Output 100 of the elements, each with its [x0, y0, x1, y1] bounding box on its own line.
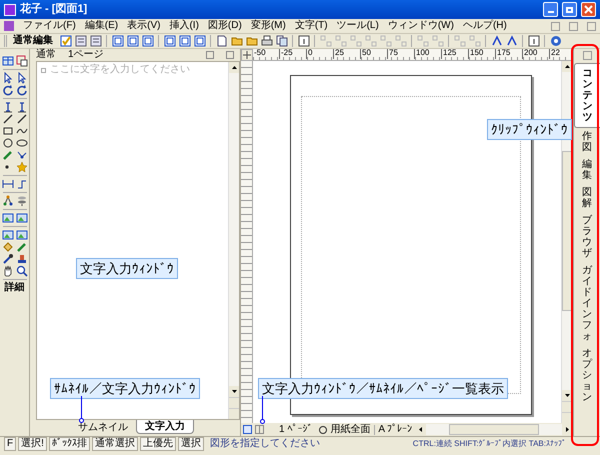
app-icon [4, 4, 16, 16]
printer-icon[interactable] [260, 34, 273, 48]
mode-selector[interactable]: A ﾌﾟﾚｰﾝ [378, 424, 412, 434]
ruler-label: 100 [414, 49, 430, 59]
disc-icon[interactable] [549, 34, 562, 48]
menu-item[interactable]: ヘルプ(H) [462, 21, 507, 31]
info-icon[interactable] [527, 34, 540, 48]
line-icon[interactable] [2, 113, 14, 125]
rotate-icon[interactable] [2, 84, 14, 96]
leader-line [260, 396, 265, 424]
pointer-icon[interactable] [2, 72, 14, 84]
folder-icon[interactable] [230, 34, 243, 48]
side-tab[interactable]: ガイドインフォ [574, 262, 600, 345]
window-layout-icon[interactable] [141, 34, 154, 48]
ruler-label: -25 [279, 49, 293, 59]
key-hint: CTRL:連続 SHIFT:ｸﾞﾙｰﾌﾟ内選択 TAB:ｽﾅｯﾌﾟ [412, 440, 566, 448]
window-layout-icon[interactable] [111, 34, 124, 48]
detail-button[interactable]: 詳細 [4, 283, 26, 293]
dimension-icon[interactable] [2, 178, 14, 190]
side-tab[interactable]: ブラウザ [574, 212, 600, 262]
pencil-icon[interactable] [2, 149, 14, 161]
node-icon[interactable] [16, 149, 28, 161]
side-tab[interactable]: オプション [574, 345, 600, 406]
text-cursor-icon[interactable] [16, 101, 28, 113]
line-icon[interactable] [16, 113, 28, 125]
grid-view-icon[interactable] [255, 425, 264, 434]
side-tab[interactable]: コンテンツ [574, 63, 600, 128]
ruler-label: 25 [333, 49, 344, 59]
window-layout-icon[interactable] [163, 34, 176, 48]
pane-mode-label: 通常 [36, 50, 56, 60]
stamp-icon[interactable] [16, 253, 28, 265]
up-arrow-icon [232, 66, 236, 69]
status-message: 図形を指定してください [210, 439, 320, 449]
vertical-scrollbar[interactable] [228, 62, 239, 419]
tree-icon[interactable] [2, 195, 14, 207]
side-tab[interactable]: 図解 [574, 184, 600, 212]
menu-item[interactable]: 変形(M) [250, 21, 286, 31]
dropper-icon[interactable] [2, 253, 14, 265]
window-layout-icon[interactable] [193, 34, 206, 48]
image-icon[interactable] [16, 212, 28, 224]
hand-icon[interactable] [2, 265, 14, 277]
status-field: ﾎﾞｯｸｽ排 [48, 437, 90, 451]
pane-button-icon[interactable] [206, 51, 214, 59]
menu-item[interactable]: ファイル(F) [23, 21, 76, 31]
status-field: 選択! [18, 437, 47, 451]
single-view-icon[interactable] [243, 425, 252, 434]
horizontal-scrollbar[interactable] [415, 424, 573, 435]
status-field: 選択 [178, 437, 204, 451]
window-layout-icon[interactable] [178, 34, 191, 48]
frame-icon[interactable] [16, 55, 28, 67]
zoom-selector[interactable]: 用紙全面 [330, 424, 376, 434]
menu-item[interactable]: 図形(D) [208, 21, 242, 31]
paragraph-marker-icon [41, 68, 46, 73]
folder-icon[interactable] [245, 34, 258, 48]
right-arrow-icon [566, 427, 569, 432]
table-icon[interactable] [2, 55, 14, 67]
zoom-icon [319, 426, 328, 434]
menu-item[interactable]: 文字(T) [294, 21, 328, 31]
menu-item[interactable]: 挿入(I) [169, 21, 199, 31]
image-icon[interactable] [16, 229, 28, 241]
ruler-label: 200 [522, 49, 538, 59]
copy-icon[interactable] [275, 34, 288, 48]
pane-tab[interactable]: 文字入力 [136, 420, 194, 434]
rotate-icon[interactable] [16, 84, 28, 96]
toolbar-label: 通常編集 [13, 36, 53, 46]
callout-label: 文字入力ｳｨﾝﾄﾞｳ／ｻﾑﾈｲﾙ／ﾍﾟｰｼﾞ一覧表示 [258, 378, 508, 399]
document-icon[interactable] [74, 34, 87, 48]
status-field: 上優先 [140, 437, 176, 451]
page-selector[interactable]: 1 ﾍﾟｰｼﾞ [279, 424, 312, 434]
side-tab[interactable]: 編集 [574, 156, 600, 184]
scroll-thumb[interactable] [449, 424, 540, 435]
callout-label: 文字入力ｳｨﾝﾄﾞｳ [76, 258, 178, 279]
pencil-icon[interactable] [16, 241, 28, 253]
scroll-down-button[interactable] [229, 386, 239, 397]
circle-icon[interactable] [2, 137, 14, 149]
checked-document-icon[interactable] [59, 34, 72, 48]
menu-item[interactable]: ツール(L) [336, 21, 379, 31]
document-icon[interactable] [89, 34, 102, 48]
image-icon[interactable] [2, 212, 14, 224]
connector-icon[interactable] [16, 178, 28, 190]
side-tab[interactable]: 作図 [574, 128, 600, 156]
image-icon[interactable] [2, 229, 14, 241]
pointer-icon[interactable] [16, 72, 28, 84]
text-cursor-icon[interactable] [2, 101, 14, 113]
info-icon[interactable] [297, 34, 310, 48]
menu-item[interactable]: 表示(V) [127, 21, 160, 31]
collapse-icon[interactable] [226, 51, 234, 59]
ellipse-icon[interactable] [16, 137, 28, 149]
zoom-icon[interactable] [16, 265, 28, 277]
rectangle-icon[interactable] [2, 125, 14, 137]
paint-icon[interactable] [2, 241, 14, 253]
menu-item[interactable]: ウィンドウ(W) [388, 21, 454, 31]
menu-item[interactable]: 編集(E) [84, 21, 118, 31]
stack-icon[interactable] [16, 195, 28, 207]
window-layout-icon[interactable] [126, 34, 139, 48]
document-icon [4, 21, 14, 31]
star-icon[interactable] [16, 161, 28, 173]
scroll-left-button[interactable] [415, 424, 426, 435]
scroll-up-button[interactable] [229, 62, 239, 73]
pane-tab[interactable]: サムネイル [70, 421, 136, 434]
